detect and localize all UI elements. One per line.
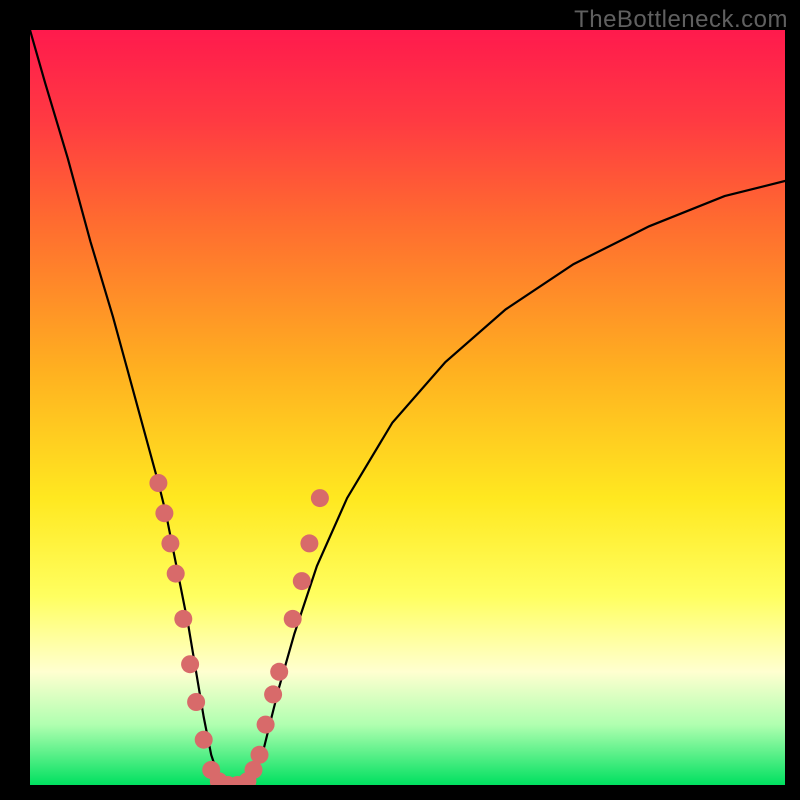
- curve-marker: [270, 663, 288, 681]
- bottleneck-curve: [30, 30, 785, 785]
- curve-marker: [195, 731, 213, 749]
- curve-marker: [293, 572, 311, 590]
- curve-marker: [155, 504, 173, 522]
- curve-marker: [174, 610, 192, 628]
- bottleneck-curve-svg: [30, 30, 785, 785]
- curve-marker: [187, 693, 205, 711]
- curve-marker: [149, 474, 167, 492]
- chart-plot-area: [30, 30, 785, 785]
- curve-markers: [149, 474, 329, 785]
- curve-marker: [284, 610, 302, 628]
- curve-marker: [181, 655, 199, 673]
- curve-marker: [264, 685, 282, 703]
- curve-marker: [161, 534, 179, 552]
- curve-marker: [257, 716, 275, 734]
- curve-marker: [311, 489, 329, 507]
- attribution-label: TheBottleneck.com: [574, 6, 788, 34]
- curve-marker: [167, 565, 185, 583]
- curve-marker: [300, 534, 318, 552]
- curve-marker: [251, 746, 269, 764]
